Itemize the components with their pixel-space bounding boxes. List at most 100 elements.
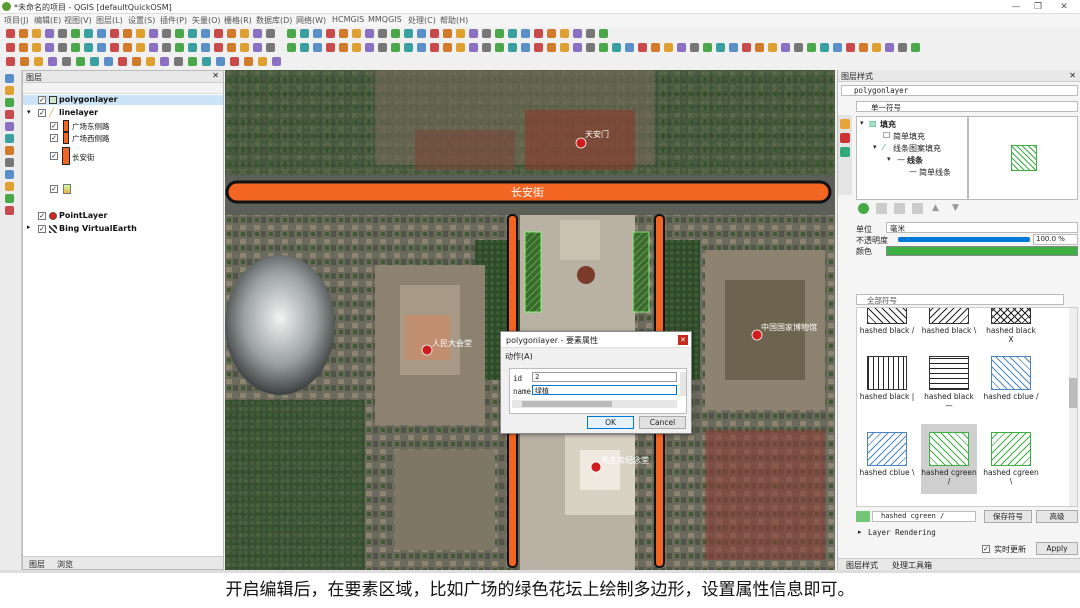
toolbar-tool-icon[interactable] xyxy=(573,43,582,52)
layer-bing[interactable]: Bing VirtualEarth xyxy=(59,224,137,233)
toolbar-tool-icon[interactable] xyxy=(188,57,197,66)
toolbar-tool-icon[interactable] xyxy=(201,29,210,38)
toolbar-tool-icon[interactable] xyxy=(19,29,28,38)
toolbar-tool-icon[interactable] xyxy=(417,29,426,38)
toolbar-tool-icon[interactable] xyxy=(547,43,556,52)
toolbar-tool-icon[interactable] xyxy=(132,57,141,66)
dialog-close-button[interactable]: ✕ xyxy=(678,335,688,345)
toolbar-tool-icon[interactable] xyxy=(417,43,426,52)
layer-tool-icon[interactable] xyxy=(5,158,14,167)
layer-tool-icon[interactable] xyxy=(5,134,14,143)
toolbar-tool-icon[interactable] xyxy=(534,29,543,38)
ok-button[interactable]: OK xyxy=(587,416,634,429)
panel-close-icon[interactable]: ✕ xyxy=(212,71,219,80)
toolbar-tool-icon[interactable] xyxy=(123,43,132,52)
toolbar-tool-icon[interactable] xyxy=(45,29,54,38)
toolbar-tool-icon[interactable] xyxy=(90,57,99,66)
toolbar-tool-icon[interactable] xyxy=(300,43,309,52)
toolbar-tool-icon[interactable] xyxy=(352,43,361,52)
minimize-button[interactable]: — xyxy=(1010,1,1022,13)
toolbar-tool-icon[interactable] xyxy=(123,29,132,38)
toolbar-tool-icon[interactable] xyxy=(97,29,106,38)
layer-tool-icon[interactable] xyxy=(5,86,14,95)
toolbar-tool-icon[interactable] xyxy=(97,43,106,52)
rule4-checkbox[interactable]: ✓ xyxy=(50,185,58,193)
toolbar-tool-icon[interactable] xyxy=(781,43,790,52)
save-symbol-button[interactable]: 保存符号 xyxy=(984,510,1032,523)
toolbar-tool-icon[interactable] xyxy=(258,57,267,66)
toolbar-tool-icon[interactable] xyxy=(45,43,54,52)
expand-icon[interactable]: ▸ xyxy=(27,223,31,231)
tab-browser[interactable]: 浏览 xyxy=(57,559,73,570)
toolbar-tool-icon[interactable] xyxy=(690,43,699,52)
toolbar-tool-icon[interactable] xyxy=(482,43,491,52)
toolbar-tool-icon[interactable] xyxy=(365,43,374,52)
menu-web[interactable]: 网络(W) xyxy=(296,15,326,26)
symbol-tile[interactable]: hashed cblue \ xyxy=(859,428,915,488)
toolbar-tool-icon[interactable] xyxy=(162,43,171,52)
toolbar-tool-icon[interactable] xyxy=(651,43,660,52)
toolbar-tool-icon[interactable] xyxy=(146,57,155,66)
toolbar-tool-icon[interactable] xyxy=(136,29,145,38)
toolbar-tool-icon[interactable] xyxy=(404,43,413,52)
duplicate-layer-icon[interactable] xyxy=(912,203,923,214)
toolbar-tool-icon[interactable] xyxy=(202,57,211,66)
toolbar-tool-icon[interactable] xyxy=(6,43,15,52)
toolbar-tool-icon[interactable] xyxy=(391,29,400,38)
rule3-checkbox[interactable]: ✓ xyxy=(50,152,58,160)
toolbar-tool-icon[interactable] xyxy=(188,43,197,52)
toolbar-tool-icon[interactable] xyxy=(58,43,67,52)
toolbar-tool-icon[interactable] xyxy=(365,29,374,38)
toolbar-tool-icon[interactable] xyxy=(326,29,335,38)
field-id-input[interactable]: 2 xyxy=(532,372,677,382)
toolbar-tool-icon[interactable] xyxy=(58,29,67,38)
rule-changan[interactable]: 长安街 xyxy=(72,152,95,163)
layer-tool-icon[interactable] xyxy=(5,206,14,215)
toolbar-tool-icon[interactable] xyxy=(240,29,249,38)
map-canvas[interactable]: 天安门 长安街 人民大会堂 中国国家博物馆 毛主席纪念堂 xyxy=(225,70,835,570)
library-scrollbar[interactable] xyxy=(1069,308,1077,506)
menu-plugins[interactable]: 插件(P) xyxy=(160,15,187,26)
rule2-checkbox[interactable]: ✓ xyxy=(50,134,58,142)
toolbar-tool-icon[interactable] xyxy=(846,43,855,52)
toolbar-tool-icon[interactable] xyxy=(6,57,15,66)
toolbar-tool-icon[interactable] xyxy=(76,57,85,66)
menu-edit[interactable]: 编辑(E) xyxy=(34,15,61,26)
toolbar-tool-icon[interactable] xyxy=(495,29,504,38)
tree-fill[interactable]: 填充 xyxy=(880,119,896,130)
layer-polygonlayer[interactable]: polygonlayer xyxy=(59,95,118,104)
toolbar-tool-icon[interactable] xyxy=(240,43,249,52)
toolbar-tool-icon[interactable] xyxy=(253,29,262,38)
toolbar-tool-icon[interactable] xyxy=(48,57,57,66)
vertical-scrollbar[interactable] xyxy=(680,372,686,396)
toolbar-tool-icon[interactable] xyxy=(266,29,275,38)
toolbar-tool-icon[interactable] xyxy=(482,29,491,38)
rule-east-road[interactable]: 广场东侧路 xyxy=(72,121,110,132)
toolbar-tool-icon[interactable] xyxy=(443,29,452,38)
layer-tool-icon[interactable] xyxy=(5,170,14,179)
opacity-slider[interactable] xyxy=(898,237,1030,242)
field-name-input[interactable]: 绿植 xyxy=(532,385,677,395)
toolbar-tool-icon[interactable] xyxy=(807,43,816,52)
toolbar-tool-icon[interactable] xyxy=(742,43,751,52)
rule1-checkbox[interactable]: ✓ xyxy=(50,122,58,130)
toolbar-tool-icon[interactable] xyxy=(352,29,361,38)
symbol-tile[interactable]: hashed black / xyxy=(859,308,915,346)
toolbar-tool-icon[interactable] xyxy=(456,29,465,38)
toolbar-tool-icon[interactable] xyxy=(34,57,43,66)
toolbar-tool-icon[interactable] xyxy=(175,29,184,38)
horizontal-scrollbar[interactable] xyxy=(512,400,677,408)
toolbar-tool-icon[interactable] xyxy=(833,43,842,52)
advanced-button[interactable]: 高级 xyxy=(1036,510,1078,523)
toolbar-tool-icon[interactable] xyxy=(313,43,322,52)
tree-simple-line[interactable]: 简单线条 xyxy=(919,167,951,178)
menu-vector[interactable]: 矢量(O) xyxy=(192,15,221,26)
toolbar-tool-icon[interactable] xyxy=(32,43,41,52)
toolbar-tool-icon[interactable] xyxy=(71,29,80,38)
toolbar-tool-icon[interactable] xyxy=(638,43,647,52)
toolbar-tool-icon[interactable] xyxy=(443,43,452,52)
live-update-checkbox[interactable]: ✓ xyxy=(982,545,990,553)
toolbar-tool-icon[interactable] xyxy=(521,43,530,52)
maximize-button[interactable]: ❐ xyxy=(1032,1,1044,13)
toolbar-tool-icon[interactable] xyxy=(586,29,595,38)
